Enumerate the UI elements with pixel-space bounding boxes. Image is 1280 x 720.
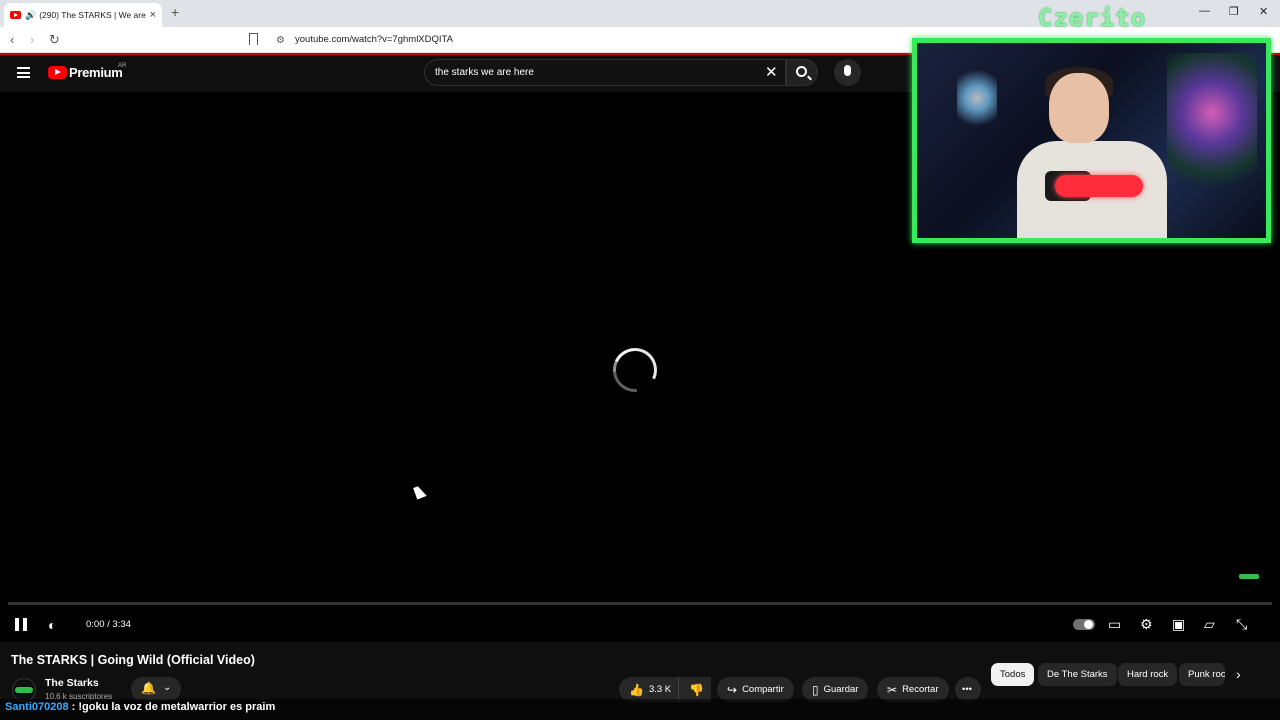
time-display: 0:00 / 3:34 <box>86 619 131 630</box>
fullscreen-icon[interactable]: ⤡ <box>1236 616 1247 633</box>
chip-hard-rock[interactable]: Hard rock <box>1118 663 1178 686</box>
channel-watermark-icon[interactable] <box>1239 574 1259 579</box>
chip-todos[interactable]: Todos <box>991 663 1035 686</box>
progress-bar[interactable] <box>8 602 1272 605</box>
cast-icon[interactable]: ▱ <box>1204 616 1215 633</box>
streamer-name-overlay: Czerito <box>1038 4 1147 32</box>
chat-username: Santi070208 <box>5 701 69 713</box>
miniplayer-icon[interactable]: ▣ <box>1172 616 1185 633</box>
pause-icon[interactable] <box>15 618 27 631</box>
site-info-icon[interactable]: ⚙ <box>276 35 285 46</box>
channel-name[interactable]: The Starks <box>45 677 99 689</box>
clip-label: Recortar <box>902 684 939 695</box>
video-title: The STARKS | Going Wild (Official Video) <box>11 653 255 667</box>
youtube-logo-icon[interactable] <box>48 66 67 79</box>
chat-message: Santi070208 : !goku la voz de metalwarri… <box>0 699 1280 720</box>
save-label: Guardar <box>823 684 859 695</box>
search-icon <box>796 66 807 77</box>
browser-tab[interactable]: 🔊 (290) The STARKS | We are He × <box>4 3 162 27</box>
room-decoration <box>1167 53 1257 203</box>
settings-icon[interactable]: ⚙ <box>1140 616 1153 633</box>
tab-title: (290) The STARKS | We are He <box>39 10 146 20</box>
speaker-icon: 🔊 <box>25 9 37 20</box>
search-input[interactable]: the starks we are here ✕ <box>424 59 786 86</box>
chip-de-the-starks[interactable]: De The Starks <box>1038 663 1117 686</box>
chevron-down-icon: ⌄ <box>163 682 172 693</box>
bookmark-icon[interactable] <box>249 33 258 45</box>
url-field[interactable]: youtube.com/watch?v=7ghmlXDQITA <box>295 34 453 45</box>
bookmark-save-icon: ▯ <box>812 682 819 697</box>
share-label: Compartir <box>742 684 784 695</box>
subtitles-icon[interactable]: ▭ <box>1108 616 1121 633</box>
voice-search-button[interactable] <box>834 59 861 86</box>
close-window-icon[interactable]: ✕ <box>1259 5 1268 18</box>
thumbs-down-icon: 👎 <box>689 682 704 697</box>
logo-text[interactable]: Premium <box>69 65 123 80</box>
forward-icon[interactable]: › <box>30 32 34 47</box>
tab-close-icon[interactable]: × <box>150 9 156 21</box>
bell-icon: 🔔 <box>141 681 156 695</box>
chip-punk-rock[interactable]: Punk roc <box>1179 663 1225 686</box>
search-button[interactable] <box>786 59 818 86</box>
search-query: the starks we are here <box>435 67 534 78</box>
subscription-bell-button[interactable]: 🔔 ⌄ <box>131 677 181 701</box>
room-lights <box>957 63 997 133</box>
screen: 🔊 (290) The STARKS | We are He × + — ❐ ✕… <box>0 0 1280 720</box>
volume-icon[interactable]: ◐ <box>48 617 56 633</box>
scissors-icon: ✂ <box>887 682 898 697</box>
mouse-cursor-icon <box>413 484 427 500</box>
menu-icon[interactable] <box>17 67 30 78</box>
minimize-icon[interactable]: — <box>1199 5 1210 17</box>
logo-region: AR <box>118 63 127 69</box>
like-count: 3.3 K <box>648 684 672 695</box>
clear-search-icon[interactable]: ✕ <box>765 63 778 81</box>
new-tab-button[interactable]: + <box>171 4 179 20</box>
loading-spinner-arc <box>606 341 664 399</box>
mic-icon <box>844 65 851 76</box>
more-icon: ••• <box>962 684 972 695</box>
streamer-person-icon <box>1017 67 1167 238</box>
back-icon[interactable]: ‹ <box>10 32 14 47</box>
autoplay-toggle[interactable] <box>1073 619 1095 630</box>
chat-text: : !goku la voz de metalwarrior es praim <box>68 701 276 713</box>
microphone-light <box>1055 175 1143 197</box>
restore-icon[interactable]: ❐ <box>1229 5 1239 18</box>
youtube-favicon-icon <box>10 11 21 19</box>
thumbs-up-icon: 👍 <box>629 682 644 697</box>
chips-next-icon[interactable]: › <box>1236 666 1241 682</box>
reload-icon[interactable]: ↻ <box>49 32 60 48</box>
webcam-overlay <box>912 38 1271 243</box>
player-controls: ◐ 0:00 / 3:34 ▭ ⚙ ▣ ▱ ⤡ <box>0 612 1280 642</box>
share-icon: ↪ <box>727 682 738 697</box>
